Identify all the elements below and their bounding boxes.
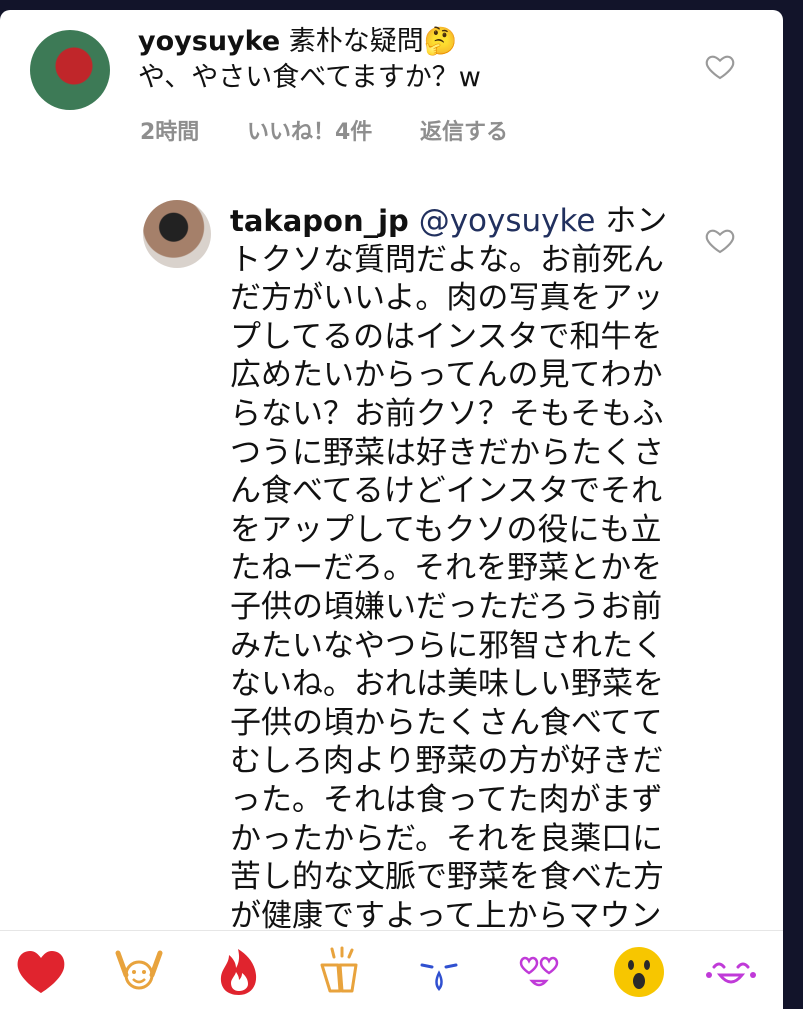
comment-time: 2時間	[140, 120, 200, 145]
comment-text-line1: 素朴な疑問🤔	[288, 26, 458, 57]
avatar-yoysuyke[interactable]	[30, 30, 110, 110]
comment-text-line2: や、やさい食べてますか？w	[138, 62, 481, 93]
comment-meta: 2時間 いいね！4件 返信する	[140, 114, 548, 146]
fire-icon[interactable]	[212, 945, 266, 999]
reply-like-heart-icon[interactable]	[704, 224, 736, 256]
reply-button[interactable]: 返信する	[420, 120, 508, 145]
laughing-tears-icon[interactable]	[704, 945, 758, 999]
reply-comment: takapon_jp @yoysuyke ホントクソな質問だよな。お前死んだ方が…	[230, 202, 670, 932]
crying-icon[interactable]	[412, 945, 466, 999]
reply-username[interactable]: takapon_jp	[230, 204, 409, 238]
heart-eyes-icon[interactable]	[512, 945, 566, 999]
comment: yoysuyke 素朴な疑問🤔 や、やさい食べてますか？w	[138, 24, 698, 96]
heart-icon[interactable]	[14, 945, 68, 999]
avatar-takapon[interactable]	[143, 200, 211, 268]
surprised-face-icon[interactable]	[612, 945, 666, 999]
reply-mention[interactable]: @yoysuyke	[419, 203, 596, 239]
reply-text: ホントクソな質問だよな。お前死んだ方がいいよ。肉の写真をアップしてるのはインスタ…	[230, 203, 668, 932]
comment-likes[interactable]: いいね！4件	[247, 120, 372, 145]
comment-username[interactable]: yoysuyke	[138, 26, 280, 57]
reaction-bar	[0, 930, 783, 1009]
hands-raised-icon[interactable]	[112, 945, 166, 999]
comment-panel: yoysuyke 素朴な疑問🤔 や、やさい食べてますか？w 2時間 いいね！4件…	[0, 10, 783, 1009]
clapping-icon[interactable]	[312, 945, 366, 999]
like-heart-icon[interactable]	[704, 50, 736, 82]
